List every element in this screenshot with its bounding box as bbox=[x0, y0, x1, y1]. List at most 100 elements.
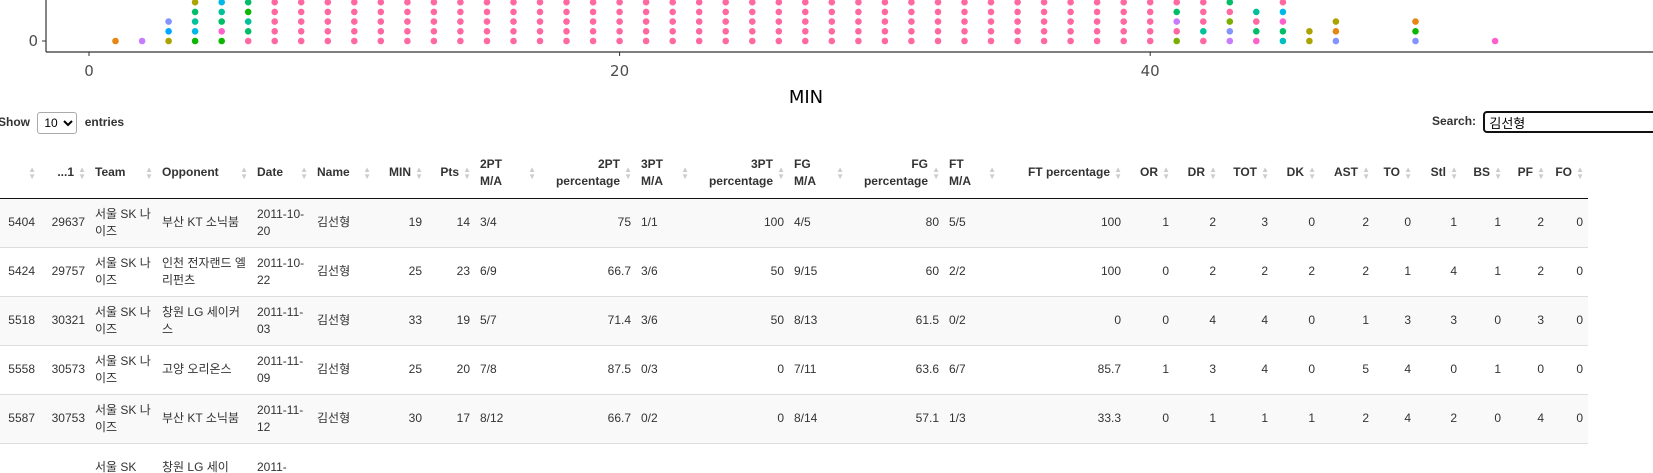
data-point bbox=[430, 18, 438, 25]
table-row[interactable]: 5424 29757 서울 SK 나이즈 인천 전자랜드 엘리펀츠 2011-10-22… bbox=[0, 247, 1588, 297]
column-header[interactable]: FT percentage ▲ ▼ bbox=[1000, 148, 1126, 199]
table-cell: 4 bbox=[1174, 296, 1221, 346]
data-point bbox=[191, 18, 199, 25]
table-cell: 5404 bbox=[0, 198, 40, 248]
column-header-label: BS bbox=[1473, 165, 1490, 180]
table-cell: 0 bbox=[1273, 345, 1320, 395]
table-cell: 서울 SK 나이즈 bbox=[90, 394, 157, 444]
data-point bbox=[1093, 8, 1101, 16]
data-point bbox=[642, 8, 650, 16]
data-point bbox=[828, 0, 836, 6]
table-header: ▲ ▼ ...1 ▲ ▼ Team ▲ ▼ Opponent ▲ ▼ Date ▲ ▼ Name ▲ ▼ MIN ▲… bbox=[0, 148, 1588, 199]
data-point bbox=[749, 28, 756, 35]
data-point bbox=[934, 37, 942, 45]
data-point bbox=[722, 28, 729, 35]
data-point bbox=[536, 28, 544, 35]
table-cell: 23 bbox=[427, 247, 475, 297]
column-header[interactable]: Stl ▲ ▼ bbox=[1416, 148, 1462, 199]
sort-icon: ▲ ▼ bbox=[78, 164, 86, 181]
data-point bbox=[510, 8, 517, 16]
data-point bbox=[934, 0, 942, 6]
table-cell: 4 bbox=[1374, 345, 1416, 395]
table-cell: 25 bbox=[375, 247, 427, 297]
data-point bbox=[1014, 28, 1021, 35]
table-row[interactable]: 5587 30753 서울 SK 나이즈 부산 KT 소닉붐 2011-11-12 김선형… bbox=[0, 394, 1588, 444]
data-point bbox=[828, 28, 836, 35]
column-header[interactable]: Date ▲ ▼ bbox=[252, 148, 312, 199]
column-header[interactable]: TO ▲ ▼ bbox=[1374, 148, 1416, 199]
table-cell: 30753 bbox=[40, 394, 90, 444]
column-header[interactable]: PF ▲ ▼ bbox=[1506, 148, 1549, 199]
column-header-label: 3PT percentage bbox=[708, 156, 773, 188]
column-header[interactable]: Pts ▲ ▼ bbox=[427, 148, 475, 199]
table-cell: 9/15 bbox=[789, 247, 848, 297]
table-cell: 1 bbox=[1126, 198, 1174, 248]
data-point bbox=[297, 0, 305, 6]
search-control: Search: bbox=[1432, 111, 1653, 133]
column-header[interactable]: 2PT M/A ▲ ▼ bbox=[475, 148, 540, 199]
column-header[interactable]: Team ▲ ▼ bbox=[90, 148, 157, 199]
table-cell: 3/4 bbox=[475, 198, 540, 248]
data-point bbox=[218, 18, 225, 25]
data-point bbox=[563, 28, 570, 35]
page: 002040MIN Show 10 entries Search: ▲▼...1… bbox=[0, 0, 1653, 473]
data-point bbox=[1200, 0, 1207, 6]
column-header[interactable]: BS ▲ ▼ bbox=[1462, 148, 1506, 199]
x-tick-label: 0 bbox=[84, 62, 94, 80]
data-point bbox=[1200, 37, 1207, 45]
column-header[interactable]: ▲ ▼ bbox=[0, 148, 40, 199]
sort-icon: ▲ ▼ bbox=[836, 164, 844, 181]
sort-icon: ▲ ▼ bbox=[145, 164, 153, 181]
column-header[interactable]: Name ▲ ▼ bbox=[312, 148, 375, 199]
sort-icon: ▲ ▼ bbox=[681, 164, 689, 181]
column-header[interactable]: FT M/A ▲ ▼ bbox=[944, 148, 1000, 199]
data-point bbox=[483, 18, 491, 25]
data-point bbox=[1120, 18, 1127, 25]
data-point bbox=[218, 0, 225, 6]
data-point bbox=[775, 28, 783, 35]
data-point bbox=[404, 28, 411, 35]
table-cell: 17 bbox=[427, 394, 475, 444]
entries-select[interactable]: 10 bbox=[37, 112, 78, 134]
data-point bbox=[1226, 37, 1234, 45]
search-input[interactable] bbox=[1483, 111, 1653, 133]
column-header[interactable]: FO ▲ ▼ bbox=[1549, 148, 1588, 199]
column-header[interactable]: AST ▲ ▼ bbox=[1320, 148, 1374, 199]
table-cell bbox=[427, 443, 475, 473]
data-point bbox=[430, 8, 438, 16]
column-header[interactable]: FG percentage ▲ ▼ bbox=[848, 148, 944, 199]
column-header[interactable]: 3PT percentage ▲ ▼ bbox=[693, 148, 789, 199]
table-cell: 2 bbox=[1174, 247, 1221, 297]
data-point bbox=[642, 0, 650, 6]
table-cell: 19 bbox=[375, 198, 427, 248]
data-point bbox=[616, 8, 623, 16]
table-cell bbox=[1506, 443, 1549, 473]
data-point bbox=[271, 37, 279, 45]
column-header[interactable]: 2PT percentage ▲ ▼ bbox=[540, 148, 636, 199]
table-row[interactable]: 서울 SK 창원 LG 세이 2011- bbox=[0, 443, 1588, 473]
column-header[interactable]: DK ▲ ▼ bbox=[1273, 148, 1320, 199]
table-cell: 3 bbox=[1416, 296, 1462, 346]
column-header[interactable]: TOT ▲ ▼ bbox=[1221, 148, 1273, 199]
table-row[interactable]: 5518 30321 서울 SK 나이즈 창원 LG 세이커스 2011-11-03 김선… bbox=[0, 296, 1588, 346]
table-cell: 66.7 bbox=[540, 247, 636, 297]
column-header[interactable]: OR ▲ ▼ bbox=[1126, 148, 1174, 199]
table-cell bbox=[944, 443, 1000, 473]
data-point bbox=[536, 8, 544, 16]
data-point bbox=[1200, 28, 1207, 35]
table-row[interactable]: 5558 30573 서울 SK 나이즈 고양 오리온스 2011-11-09 김선형 25… bbox=[0, 345, 1588, 395]
column-header[interactable]: FG M/A ▲ ▼ bbox=[789, 148, 848, 199]
data-point bbox=[802, 37, 809, 45]
table-cell bbox=[475, 443, 540, 473]
table-cell: 29637 bbox=[40, 198, 90, 248]
column-header[interactable]: Opponent ▲ ▼ bbox=[157, 148, 252, 199]
data-point bbox=[1491, 37, 1499, 45]
table-cell: 20 bbox=[427, 345, 475, 395]
data-point bbox=[1306, 28, 1313, 35]
column-header[interactable]: 3PT M/A ▲ ▼ bbox=[636, 148, 693, 199]
column-header[interactable]: DR ▲ ▼ bbox=[1174, 148, 1221, 199]
column-header[interactable]: MIN ▲ ▼ bbox=[375, 148, 427, 199]
column-header[interactable]: ...1 ▲ ▼ bbox=[40, 148, 90, 199]
table-row[interactable]: 5404 29637 서울 SK 나이즈 부산 KT 소닉붐 2011-10-20 김선형… bbox=[0, 198, 1588, 248]
data-point bbox=[722, 18, 729, 25]
